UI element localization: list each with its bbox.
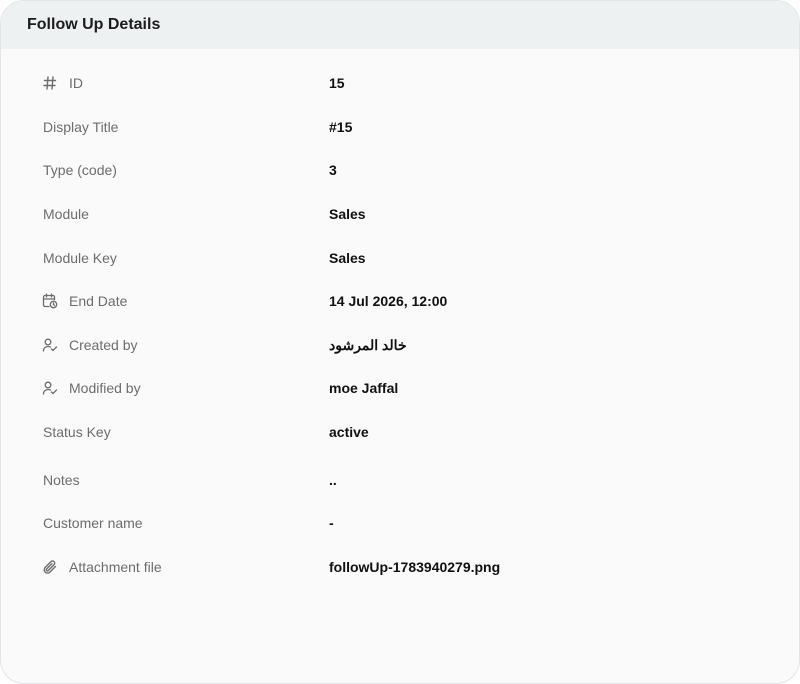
detail-label: End Date	[69, 293, 128, 309]
detail-label: Attachment file	[69, 559, 162, 575]
detail-value: 3	[329, 162, 337, 178]
detail-row-module: Module Sales	[1, 199, 799, 229]
detail-label: Customer name	[43, 515, 143, 531]
user-check-icon	[42, 373, 58, 403]
user-check-icon	[42, 330, 58, 360]
detail-value: moe Jaffal	[329, 380, 399, 396]
detail-row-type-code: Type (code) 3	[1, 155, 799, 185]
detail-label: Status Key	[43, 424, 111, 440]
detail-row-id: ID 15	[1, 68, 799, 98]
detail-value: 14 Jul 2026, 12:00	[329, 293, 448, 309]
follow-up-details-panel: Follow Up Details ID 15 Display Title #1…	[0, 0, 800, 684]
calendar-clock-icon	[42, 286, 58, 316]
hash-icon	[42, 68, 58, 98]
detail-label: Type (code)	[43, 162, 117, 178]
detail-label: Module Key	[43, 250, 117, 266]
detail-value: خالد المرشود	[329, 336, 407, 353]
detail-label: Modified by	[69, 380, 141, 396]
detail-row-module-key: Module Key Sales	[1, 243, 799, 273]
detail-value: -	[329, 515, 334, 531]
detail-row-status-key: Status Key active	[1, 417, 799, 447]
detail-label: Notes	[43, 472, 80, 488]
detail-row-created-by: Created by خالد المرشود	[1, 330, 799, 360]
detail-label: ID	[69, 75, 83, 91]
detail-value: active	[329, 424, 369, 440]
detail-row-end-date: End Date 14 Jul 2026, 12:00	[1, 286, 799, 316]
panel-title: Follow Up Details	[27, 16, 161, 33]
detail-label: Created by	[69, 337, 138, 353]
detail-label: Module	[43, 206, 89, 222]
detail-row-customer-name: Customer name -	[1, 508, 799, 538]
detail-value: Sales	[329, 206, 366, 222]
panel-header: Follow Up Details	[1, 1, 799, 49]
attachment-link[interactable]: followUp-1783940279.png	[329, 552, 500, 582]
detail-row-display-title: Display Title #15	[1, 112, 799, 142]
detail-value: #15	[329, 119, 353, 135]
detail-label: Display Title	[43, 119, 119, 135]
detail-row-modified-by: Modified by moe Jaffal	[1, 373, 799, 403]
paperclip-icon	[42, 552, 58, 582]
detail-value: ..	[329, 472, 337, 488]
detail-value: Sales	[329, 250, 366, 266]
detail-row-notes: Notes ..	[1, 465, 799, 495]
detail-value: 15	[329, 75, 345, 91]
detail-row-attachment-file: Attachment file followUp-1783940279.png	[1, 552, 799, 582]
